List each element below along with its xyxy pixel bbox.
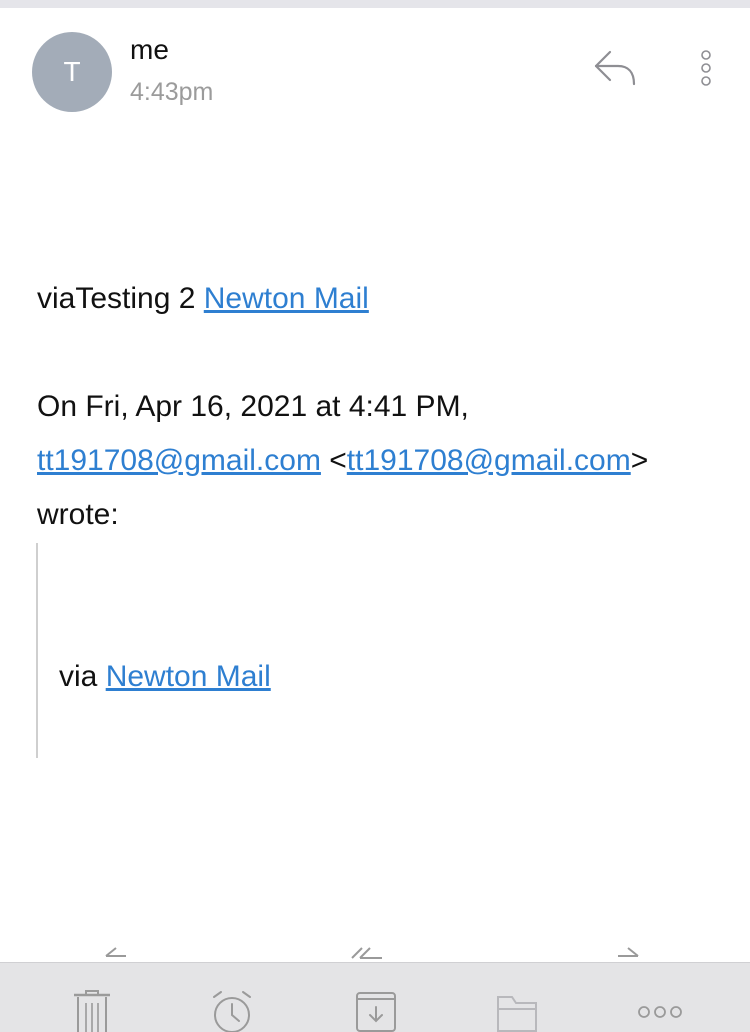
top-strip (0, 0, 750, 8)
angle-close: > (630, 444, 649, 477)
partially-hidden-action-icons (0, 940, 750, 964)
more-options-button[interactable] (692, 46, 720, 96)
archive-button[interactable] (354, 989, 398, 1032)
sender-name[interactable]: me (130, 34, 169, 66)
folder-icon (497, 996, 537, 1032)
message-line: viaTesting 2 Newton Mail (37, 272, 369, 326)
quote-bar (36, 543, 38, 758)
quote-header-line: On Fri, Apr 16, 2021 at 4:41 PM, (37, 390, 469, 423)
message-header: T me 4:43pm (0, 8, 750, 128)
reply-all-icon (351, 947, 382, 959)
message-text: viaTesting 2 (37, 282, 204, 315)
reply-icon (594, 50, 636, 86)
more-actions-button[interactable] (636, 989, 684, 1032)
sender-email-link[interactable]: tt191708@gmail.com (37, 444, 321, 477)
archive-icon (356, 992, 396, 1032)
move-to-folder-button[interactable] (496, 989, 540, 1032)
angle-open: < (320, 444, 347, 477)
bottom-toolbar (0, 962, 750, 1032)
sender-email-link-2[interactable]: tt191708@gmail.com (347, 444, 631, 477)
avatar[interactable]: T (32, 32, 112, 112)
trash-icon (74, 990, 110, 1032)
newton-mail-link[interactable]: Newton Mail (204, 282, 369, 315)
quote-header-wrote: wrote: (37, 498, 119, 531)
avatar-initial: T (63, 56, 81, 87)
more-vertical-icon (701, 50, 711, 86)
message-time: 4:43pm (130, 78, 214, 106)
quoted-text: via Newton Mail (59, 650, 271, 704)
reply-icon (105, 947, 126, 957)
quoted-prefix: via (59, 660, 106, 693)
delete-button[interactable] (70, 989, 114, 1032)
quoted-newton-mail-link[interactable]: Newton Mail (106, 660, 271, 693)
reply-button[interactable] (590, 46, 644, 90)
quote-header-emails: tt191708@gmail.com <tt191708@gmail.com> (37, 434, 648, 488)
snooze-button[interactable] (210, 989, 254, 1032)
forward-icon (618, 947, 639, 957)
more-horizontal-icon (638, 1006, 682, 1018)
alarm-clock-icon (213, 991, 251, 1032)
